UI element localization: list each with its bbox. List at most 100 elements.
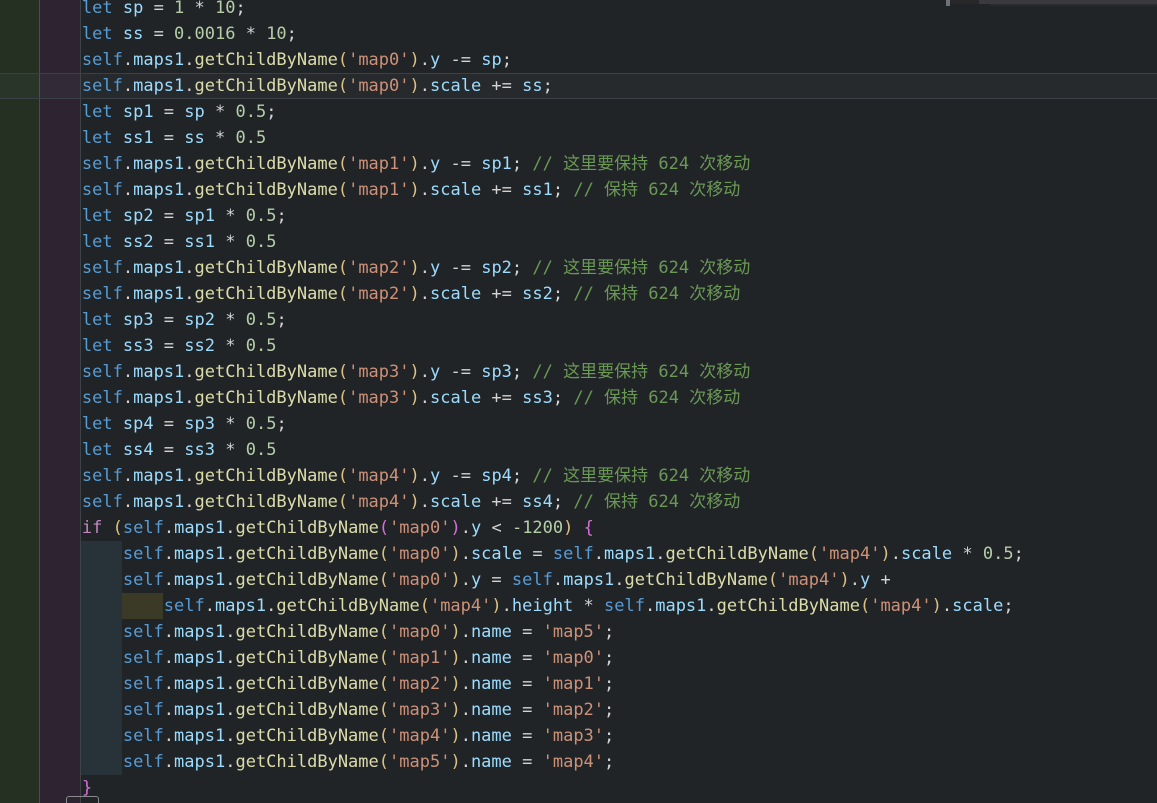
code-token: ; [266, 102, 276, 122]
code-token: . [164, 622, 174, 642]
code-token: 'map3' [543, 726, 604, 746]
code-token: = [512, 726, 543, 746]
code-token: . [850, 570, 860, 590]
code-token: getChildByName [276, 596, 419, 616]
code-token: . [184, 388, 194, 408]
code-line[interactable]: let sp3 = sp2 * 0.5; [0, 307, 1157, 333]
code-line[interactable]: self.maps1.getChildByName('map2').scale … [0, 281, 1157, 307]
code-line[interactable]: let ss3 = ss2 * 0.5 [0, 333, 1157, 359]
resize-sash[interactable] [946, 0, 950, 6]
code-line[interactable]: self.maps1.getChildByName('map3').scale … [0, 385, 1157, 411]
code-content[interactable]: let sp = 1 * 10; let ss = 0.0016 * 10; s… [0, 0, 1157, 801]
code-line[interactable]: self.maps1.getChildByName('map0').name =… [0, 619, 1157, 645]
code-token: = [143, 24, 174, 44]
code-token: self [123, 518, 164, 538]
code-line[interactable]: self.maps1.getChildByName('map4').scale … [0, 489, 1157, 515]
code-line[interactable]: self.maps1.getChildByName('map3').name =… [0, 697, 1157, 723]
code-line[interactable]: let sp2 = sp1 * 0.5; [0, 203, 1157, 229]
code-token: maps1 [133, 284, 184, 304]
code-token: ) [450, 752, 460, 772]
code-line[interactable]: let ss4 = ss3 * 0.5 [0, 437, 1157, 463]
code-token [0, 648, 123, 668]
code-token: getChildByName [195, 154, 338, 174]
code-token: self [82, 492, 123, 512]
code-token: name [471, 648, 512, 668]
code-token: = [154, 440, 185, 460]
code-token [0, 440, 82, 460]
code-line[interactable]: self.maps1.getChildByName('map4').height… [0, 593, 1157, 619]
code-line[interactable]: let ss1 = ss * 0.5 [0, 125, 1157, 151]
code-token [0, 24, 82, 44]
code-token: 0.5 [246, 440, 277, 460]
code-token [0, 778, 82, 798]
code-line[interactable]: self.maps1.getChildByName('map0').y = se… [0, 567, 1157, 593]
code-token: { [584, 518, 594, 538]
find-widget-edge[interactable] [979, 0, 1157, 4]
code-token: . [461, 544, 471, 564]
code-token: } [82, 778, 92, 798]
code-token: maps1 [174, 674, 225, 694]
code-token [0, 180, 82, 200]
code-line[interactable]: let sp4 = sp3 * 0.5; [0, 411, 1157, 437]
code-token: getChildByName [235, 674, 378, 694]
code-token: scale [430, 492, 481, 512]
code-token: let [82, 24, 123, 44]
code-token: . [123, 180, 133, 200]
code-token: = [154, 414, 185, 434]
code-token: sp3 [481, 362, 512, 382]
code-token: ; [1003, 596, 1013, 616]
code-token: * [215, 440, 246, 460]
code-comment: // 保持 624 次移动 [573, 284, 740, 304]
code-token: ) [450, 622, 460, 642]
code-line[interactable]: self.maps1.getChildByName('map0').scale … [0, 73, 1157, 99]
code-token: ; [512, 258, 532, 278]
code-token: ; [236, 0, 246, 18]
code-token [0, 284, 82, 304]
code-line[interactable]: self.maps1.getChildByName('map1').name =… [0, 645, 1157, 671]
code-token: self [82, 258, 123, 278]
code-token: ( [338, 388, 348, 408]
code-token: . [655, 544, 665, 564]
code-line[interactable]: self.maps1.getChildByName('map4').y -= s… [0, 463, 1157, 489]
code-token: . [225, 752, 235, 772]
code-token: ( [379, 648, 389, 668]
code-line[interactable]: self.maps1.getChildByName('map3').y -= s… [0, 359, 1157, 385]
code-token: . [461, 570, 471, 590]
code-token: let [82, 102, 123, 122]
code-token: . [420, 466, 430, 486]
code-token: getChildByName [195, 492, 338, 512]
code-token: maps1 [174, 700, 225, 720]
code-line[interactable]: self.maps1.getChildByName('map1').y -= s… [0, 151, 1157, 177]
code-token: . [420, 388, 430, 408]
code-token: . [164, 518, 174, 538]
code-token: . [461, 648, 471, 668]
code-line[interactable]: self.maps1.getChildByName('map0').y -= s… [0, 47, 1157, 73]
code-token: . [123, 76, 133, 96]
code-token: . [645, 596, 655, 616]
code-editor-pane[interactable]: let sp = 1 * 10; let ss = 0.0016 * 10; s… [0, 0, 1157, 803]
code-line[interactable]: self.maps1.getChildByName('map4').name =… [0, 723, 1157, 749]
code-token: if [82, 518, 102, 538]
code-token: 'map1' [389, 648, 450, 668]
code-token: self [164, 596, 205, 616]
code-token: 'map0' [389, 518, 450, 538]
code-line[interactable]: self.maps1.getChildByName('map5').name =… [0, 749, 1157, 775]
code-token: ss2 [123, 232, 154, 252]
code-line[interactable]: let ss2 = ss1 * 0.5 [0, 229, 1157, 255]
code-line[interactable]: let ss = 0.0016 * 10; [0, 21, 1157, 47]
code-token: ; [553, 492, 573, 512]
code-token: . [420, 180, 430, 200]
code-token: getChildByName [235, 648, 378, 668]
code-token: -1200 [512, 518, 563, 538]
code-line[interactable]: self.maps1.getChildByName('map0').scale … [0, 541, 1157, 567]
code-token: * [215, 310, 246, 330]
code-line[interactable]: let sp1 = sp * 0.5; [0, 99, 1157, 125]
code-line[interactable]: } [0, 775, 1157, 801]
code-line[interactable]: self.maps1.getChildByName('map2').name =… [0, 671, 1157, 697]
code-token [0, 336, 82, 356]
code-token: self [82, 50, 123, 70]
code-token: sp2 [481, 258, 512, 278]
code-line[interactable]: if (self.maps1.getChildByName('map0').y … [0, 515, 1157, 541]
code-line[interactable]: self.maps1.getChildByName('map2').y -= s… [0, 255, 1157, 281]
code-line[interactable]: self.maps1.getChildByName('map1').scale … [0, 177, 1157, 203]
